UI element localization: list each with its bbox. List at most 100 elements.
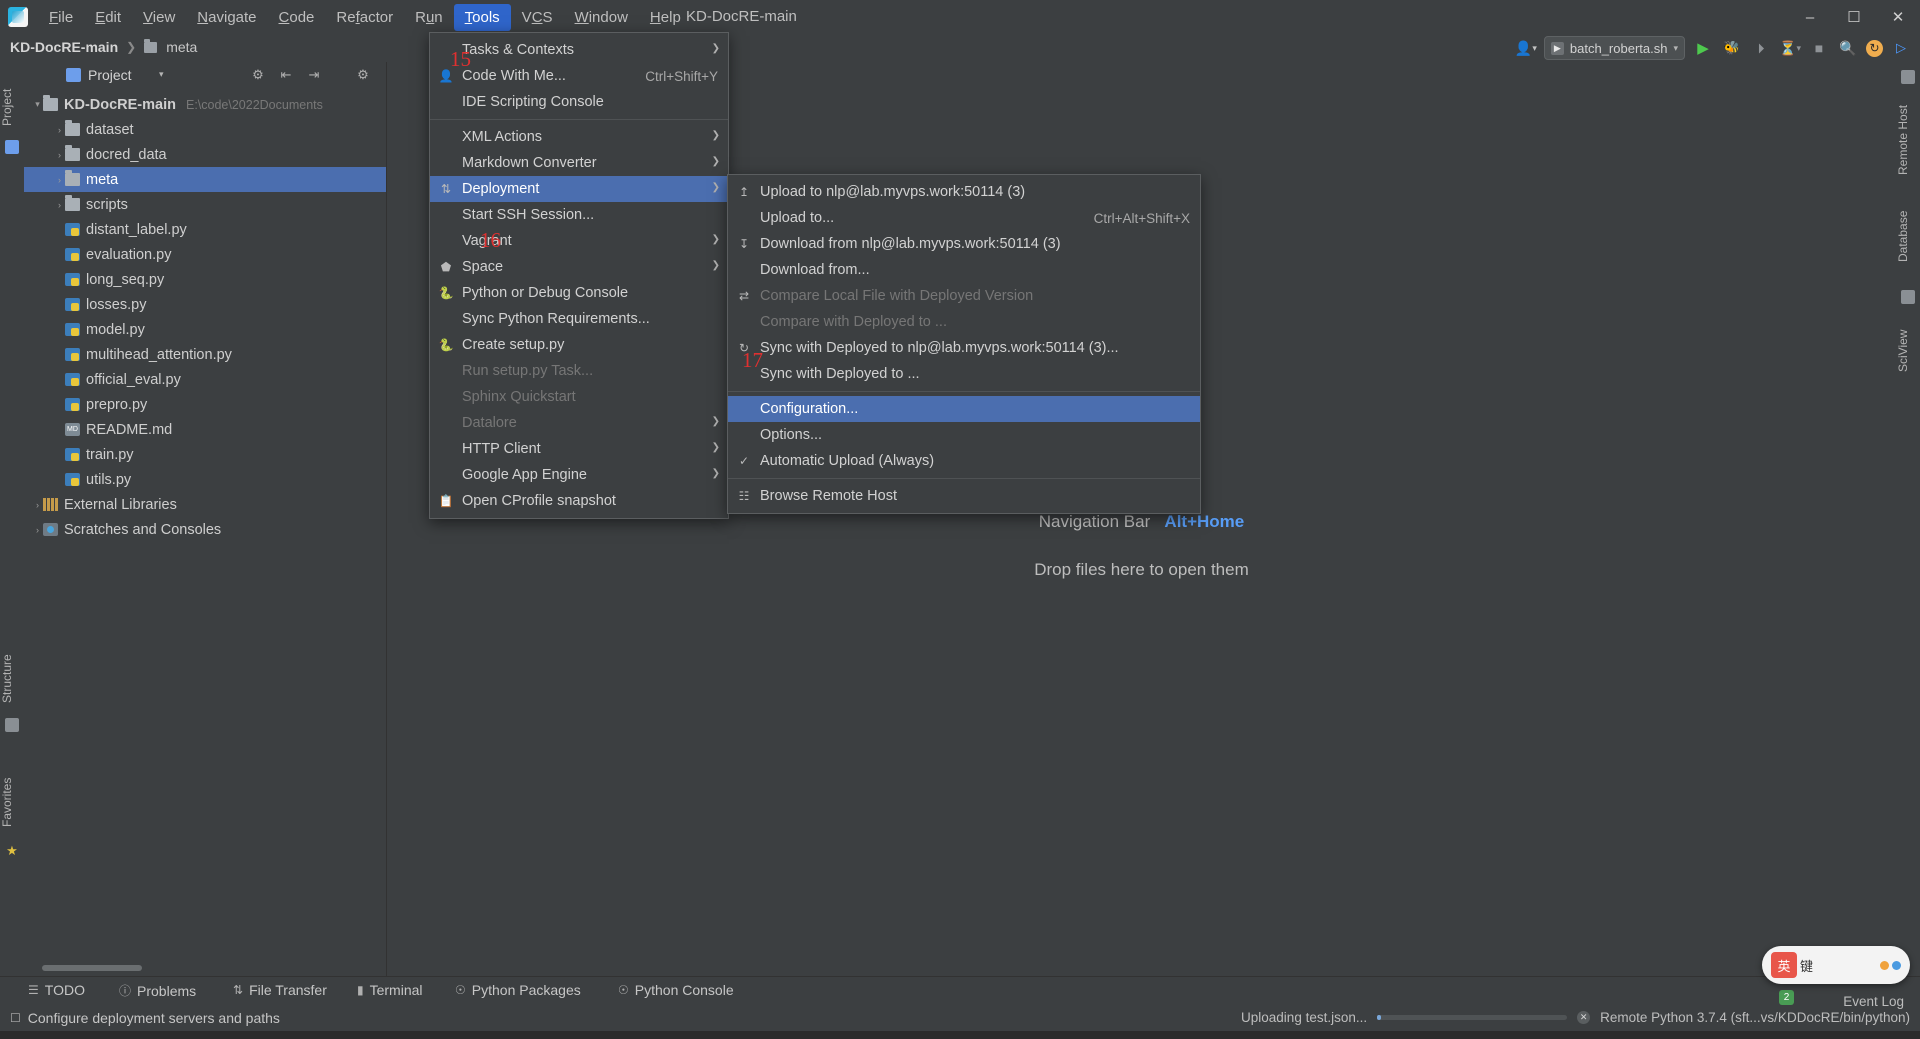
tree-arrow-icon[interactable]: › (54, 150, 65, 160)
menu-item[interactable]: Tasks & Contexts ❯ (430, 37, 728, 63)
user-icon[interactable]: 👤 ▾ (1515, 37, 1537, 59)
tree-row[interactable]: MD README.md (24, 417, 386, 442)
settings-icon[interactable]: ⚙ (249, 67, 267, 83)
sciview-tile-icon[interactable] (1901, 290, 1915, 304)
update-icon[interactable]: ↻ (1866, 39, 1883, 57)
menu-item[interactable]: ↧ Download from nlp@lab.myvps.work:50114 … (728, 231, 1200, 257)
bottom-tab-python-packages[interactable]: ☉ Python Packages (455, 982, 581, 998)
horizontal-scrollbar[interactable] (42, 965, 142, 971)
tree-arrow-icon[interactable]: › (32, 525, 43, 535)
menu-item[interactable]: ⬟ Space ❯ (430, 254, 728, 280)
menu-help[interactable]: Help (639, 4, 692, 31)
menu-refactor[interactable]: Refactor (325, 4, 404, 31)
tree-row[interactable]: evaluation.py (24, 242, 386, 267)
bottom-tab-todo[interactable]: ☰ TODO (28, 982, 85, 998)
menu-item[interactable]: IDE Scripting Console (430, 89, 728, 115)
menu-window[interactable]: Window (564, 4, 639, 31)
menu-item[interactable]: Sync with Deployed to ... (728, 361, 1200, 387)
event-log-badge[interactable]: 2 (1779, 990, 1794, 1005)
close-icon[interactable]: ✕ (1876, 0, 1920, 34)
sidebar-item-database[interactable]: Database (1896, 192, 1920, 280)
menu-item[interactable]: 📋 Open CProfile snapshot (430, 488, 728, 514)
sidebar-item-remote-host[interactable]: Remote Host (1896, 90, 1920, 190)
menu-item[interactable]: Configuration... (728, 396, 1200, 422)
sidebar-item-sciview[interactable]: SciView (1896, 310, 1920, 392)
menu-item[interactable]: 👤 Code With Me... Ctrl+Shift+Y (430, 63, 728, 89)
tree-row[interactable]: train.py (24, 442, 386, 467)
menu-item[interactable]: ↻ Sync with Deployed to nlp@lab.myvps.wor… (728, 335, 1200, 361)
tools-menu[interactable]: Tasks & Contexts ❯ 👤 Code With Me... Ctrl+Sh… (429, 32, 729, 519)
search-icon[interactable]: 🔍 (1837, 37, 1859, 59)
remote-host-tile-icon[interactable] (1901, 70, 1915, 84)
chevron-down-icon[interactable]: ▾ (159, 69, 164, 80)
bottom-tab-python-console[interactable]: ☉ Python Console (618, 982, 734, 998)
menu-item[interactable]: Vagrant ❯ (430, 228, 728, 254)
menu-file[interactable]: File (38, 4, 84, 31)
tree-row[interactable]: utils.py (24, 467, 386, 492)
event-log-label[interactable]: Event Log (1843, 994, 1904, 1009)
cancel-icon[interactable]: ✕ (1577, 1011, 1591, 1024)
menu-item[interactable]: 🐍 Python or Debug Console (430, 280, 728, 306)
menu-vcs[interactable]: VCS (511, 4, 564, 31)
structure-tile-icon[interactable] (5, 718, 19, 732)
bottom-tab-terminal[interactable]: ▮ Terminal (357, 982, 423, 998)
minimize-icon[interactable]: – (1788, 0, 1832, 34)
share-icon[interactable]: ▷ (1890, 37, 1912, 59)
run-icon[interactable]: ▶ (1692, 37, 1714, 59)
menu-edit[interactable]: Edit (84, 4, 132, 31)
menu-item[interactable]: ⇅ Deployment ❯ (430, 176, 728, 202)
deployment-submenu[interactable]: ↥ Upload to nlp@lab.myvps.work:50114 (3) U… (727, 174, 1201, 514)
profile-icon[interactable]: ⏳ ▾ (1779, 37, 1801, 59)
menu-item[interactable]: Google App Engine ❯ (430, 462, 728, 488)
menu-item[interactable]: ☷ Browse Remote Host (728, 483, 1200, 509)
breadcrumb-item-meta[interactable]: meta (166, 39, 197, 55)
menu-tools[interactable]: Tools (453, 3, 511, 31)
tree-row[interactable]: › dataset (24, 117, 386, 142)
tree-row[interactable]: › meta (24, 167, 386, 192)
right-tool-strip[interactable]: Remote Host Database SciView (1895, 62, 1920, 977)
ime-indicator[interactable]: 英 键 (1762, 946, 1910, 984)
tree-row[interactable]: › scripts (24, 192, 386, 217)
menu-item[interactable]: Download from... (728, 257, 1200, 283)
tree-row[interactable]: losses.py (24, 292, 386, 317)
tree-row[interactable]: › docred_data (24, 142, 386, 167)
menu-item[interactable]: Sync Python Requirements... (430, 306, 728, 332)
breadcrumb[interactable]: KD-DocRE-main ❯ meta (10, 38, 197, 55)
project-tile-icon[interactable] (5, 140, 19, 154)
status-right[interactable]: Uploading test.json... ✕ Remote Python 3… (1241, 1010, 1910, 1025)
bottom-tab-file-transfer[interactable]: ⇅ File Transfer (233, 982, 327, 998)
tree-arrow-icon[interactable]: › (54, 200, 65, 210)
expand-icon[interactable]: ⇥ (305, 67, 323, 83)
sidebar-item-project[interactable]: Project (0, 70, 24, 144)
gear-icon[interactable]: ⚙ (354, 67, 372, 83)
bottom-tool-window-bar[interactable]: ☰ TODO ⓘ Problems ⇅ File Transfer ▮ Terminal… (0, 976, 1920, 1006)
coverage-icon[interactable]: ⏵ (1750, 37, 1772, 59)
menu-item[interactable]: 🐍 Create setup.py (430, 332, 728, 358)
chevron-down-icon[interactable]: ▾ (1673, 43, 1678, 54)
tree-arrow-icon[interactable]: › (54, 175, 65, 185)
menu-code[interactable]: Code (268, 4, 326, 31)
menu-item[interactable]: HTTP Client ❯ (430, 436, 728, 462)
menu-item[interactable]: Options... (728, 422, 1200, 448)
stop-icon[interactable]: ■ (1808, 37, 1830, 59)
sidebar-item-favorites[interactable]: Favorites (0, 762, 24, 842)
tree-arrow-icon[interactable]: › (32, 500, 43, 510)
sidebar-item-structure[interactable]: Structure (0, 640, 24, 718)
ime-mode-icon[interactable]: 英 (1771, 952, 1797, 978)
collapse-icon[interactable]: ⇤ (277, 67, 295, 83)
tree-arrow-icon[interactable]: › (54, 125, 65, 135)
breadcrumb-project[interactable]: KD-DocRE-main (10, 39, 118, 55)
debug-icon[interactable]: 🐝 (1721, 37, 1743, 59)
tree-row[interactable]: › Scratches and Consoles (24, 517, 386, 542)
menu-item[interactable]: XML Actions ❯ (430, 124, 728, 150)
left-tool-strip[interactable]: Project Structure Favorites ★ (0, 62, 25, 977)
maximize-icon[interactable]: ☐ (1832, 0, 1876, 34)
window-controls[interactable]: – ☐ ✕ (1788, 0, 1920, 34)
toolbar-right[interactable]: 👤 ▾ ▶ batch_roberta.sh ▾ ▶ 🐝 ⏵ ⏳ ▾ ■ 🔍 ↻ ▷ (1515, 36, 1912, 60)
menu-item[interactable]: ✓ Automatic Upload (Always) (728, 448, 1200, 474)
menu-item[interactable]: Start SSH Session... (430, 202, 728, 228)
tree-row[interactable]: long_seq.py (24, 267, 386, 292)
menu-bar[interactable]: File Edit View Navigate Code Refactor Ru… (38, 0, 692, 34)
menu-navigate[interactable]: Navigate (186, 4, 267, 31)
menu-run[interactable]: Run (404, 4, 454, 31)
